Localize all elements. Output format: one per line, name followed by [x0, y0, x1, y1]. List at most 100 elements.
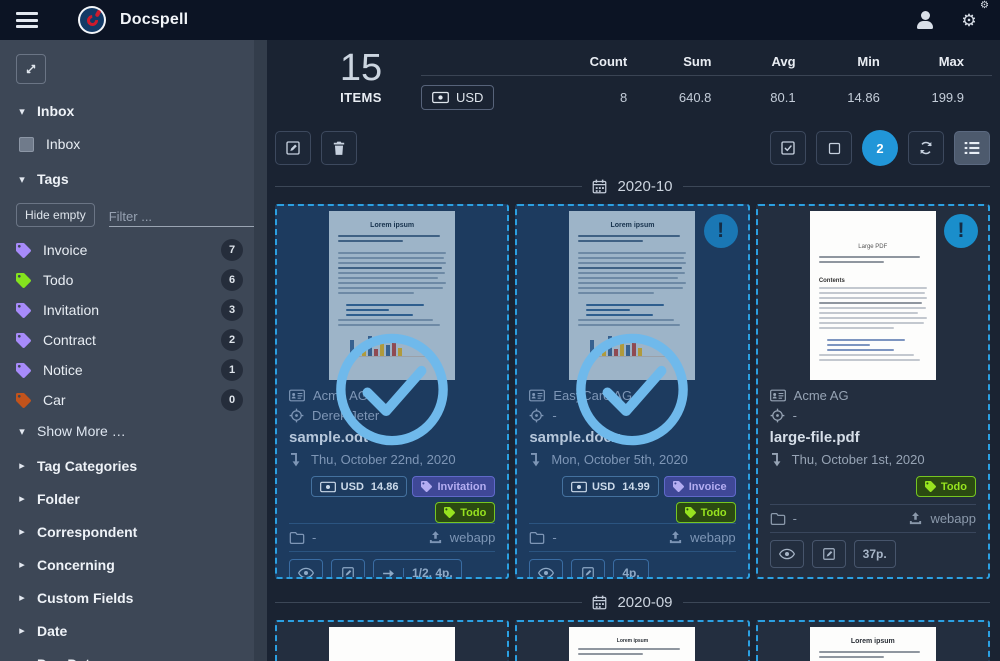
- concerning-row: Derek Jeter: [289, 405, 495, 425]
- sync-icon: [918, 140, 934, 156]
- tag-filter-item[interactable]: Notice 1: [16, 355, 243, 385]
- item-title[interactable]: sample.odt: [289, 429, 495, 446]
- top-navbar: Docspell ⚙⚙: [0, 0, 1000, 40]
- tag-badge[interactable]: Invitation: [412, 476, 495, 497]
- sidebar-section-collapsed[interactable]: ▸ Custom Fields: [16, 581, 243, 614]
- edit-item-button[interactable]: [571, 559, 605, 579]
- caret-right-icon: ▸: [16, 558, 28, 571]
- tag-badge[interactable]: Todo: [435, 502, 495, 523]
- item-badges: USD 14.86: [289, 476, 495, 523]
- tag-badge[interactable]: Invoice: [664, 476, 736, 497]
- sidebar-section-tags[interactable]: ▾ Tags: [16, 171, 243, 187]
- preview-eye-button[interactable]: [529, 559, 563, 579]
- show-more-toggle[interactable]: ▾ Show More …: [16, 423, 243, 439]
- tag-badge[interactable]: Todo: [676, 502, 736, 523]
- item-card[interactable]: Lorem ipsum: [515, 620, 749, 661]
- item-preview: Lorem ipsum: [517, 622, 747, 661]
- tag-filter-item[interactable]: Car 0: [16, 385, 243, 415]
- tag-filter-item[interactable]: Contract 2: [16, 325, 243, 355]
- pages-button[interactable]: 1/2, 4p.: [373, 559, 462, 579]
- item-card[interactable]: ! Large PDF Contents: [756, 204, 990, 579]
- docspell-logo[interactable]: [78, 6, 106, 34]
- preview-eye-button[interactable]: [770, 540, 804, 568]
- folder-icon: [770, 512, 786, 526]
- sidebar-section-collapsed[interactable]: ▸ Folder: [16, 482, 243, 515]
- edit-item-button[interactable]: [812, 540, 846, 568]
- concerning-row: -: [529, 405, 735, 425]
- tag-count-badge: 0: [221, 389, 243, 411]
- tag-badge[interactable]: Todo: [916, 476, 976, 497]
- tag-filter-item[interactable]: Invoice 7: [16, 235, 243, 265]
- inbox-filter-item[interactable]: Inbox: [19, 136, 243, 152]
- tag-icon: [16, 333, 31, 348]
- preview-eye-button[interactable]: [289, 559, 323, 579]
- deselect-all-button[interactable]: [816, 131, 852, 165]
- pages-button[interactable]: 37p.: [854, 540, 896, 568]
- sidebar-section-collapsed[interactable]: ▸ Due Date: [16, 647, 243, 661]
- total-items-label: ITEMS: [315, 90, 407, 105]
- edit-selected-button[interactable]: [275, 131, 311, 165]
- select-all-button[interactable]: [770, 131, 806, 165]
- caret-right-icon: ▸: [16, 459, 28, 472]
- upload-icon: [668, 530, 683, 545]
- level-down-arrow-icon: [289, 452, 303, 467]
- settings-gears-icon[interactable]: ⚙⚙: [954, 5, 984, 35]
- preview-paper: Large PDF Contents: [810, 211, 936, 380]
- tag-filter-item[interactable]: Invitation 3: [16, 295, 243, 325]
- list-view-toggle-button[interactable]: [954, 131, 990, 165]
- calendar-icon: [592, 179, 607, 194]
- group-date-label: 2020-10: [617, 178, 672, 195]
- edit-item-button[interactable]: [331, 559, 365, 579]
- item-card[interactable]: Lorem ipsum: [756, 620, 990, 661]
- menu-hamburger-icon[interactable]: [16, 12, 38, 28]
- search-stats: 15 ITEMS Count Sum Avg Min: [273, 48, 992, 118]
- tag-count-badge: 2: [221, 329, 243, 351]
- list-icon: [964, 141, 980, 155]
- level-down-arrow-icon: [770, 452, 784, 467]
- group-date-label: 2020-09: [617, 594, 672, 611]
- sidebar-section-collapsed[interactable]: ▸ Date: [16, 614, 243, 647]
- eye-icon: [779, 548, 795, 560]
- currency-badge[interactable]: USD: [421, 85, 494, 110]
- amount-badge: USD 14.99: [562, 476, 659, 497]
- item-list-view: 15 ITEMS Count Sum Avg Min: [267, 40, 1000, 661]
- delete-selected-button[interactable]: [321, 131, 357, 165]
- currency-stats-table: Count Sum Avg Min Max: [421, 48, 992, 118]
- preview-title: Large PDF: [819, 244, 927, 250]
- folder-source-row: - webapp: [770, 504, 976, 532]
- tag-icon: [16, 393, 31, 408]
- alert-exclamation-badge: !: [944, 214, 978, 248]
- item-card[interactable]: ! Lorem ipsum: [515, 204, 749, 579]
- tag-icon: [685, 507, 696, 518]
- item-badges: USD 14.99: [529, 476, 735, 523]
- sidebar-section-inbox[interactable]: ▾ Inbox: [16, 103, 243, 119]
- caret-right-icon: ▸: [16, 525, 28, 538]
- hide-empty-button[interactable]: Hide empty: [16, 203, 95, 227]
- sidebar-section-collapsed[interactable]: ▸ Correspondent: [16, 515, 243, 548]
- docspell-app: Docspell ⚙⚙ ▾ Inbox Inbox ▾: [0, 0, 1000, 661]
- refresh-button[interactable]: [908, 131, 944, 165]
- item-title[interactable]: sample.docx: [529, 429, 735, 446]
- sidebar-section-collapsed[interactable]: ▸ Tag Categories: [16, 449, 243, 482]
- inbox-checkbox[interactable]: [19, 137, 34, 152]
- tag-list: Invoice 7 Todo 6: [16, 235, 243, 415]
- tag-icon: [16, 363, 31, 378]
- item-title[interactable]: large-file.pdf: [770, 429, 976, 446]
- sidebar-scrollbar[interactable]: [254, 40, 267, 661]
- app-title: Docspell: [120, 11, 188, 29]
- item-card[interactable]: Keywords in PDF: [275, 620, 509, 661]
- preview-paper: Keywords in PDF: [329, 627, 455, 661]
- pages-button[interactable]: 4p.: [613, 559, 648, 579]
- preview-chart: [350, 333, 434, 357]
- date-separator: 2020-10: [275, 178, 990, 195]
- preview-title: Lorem ipsum: [578, 222, 686, 229]
- item-card[interactable]: Lorem ipsum: [275, 204, 509, 579]
- search-sidebar: ▾ Inbox Inbox ▾ Tags Hide empty: [0, 40, 267, 661]
- tag-filter-item[interactable]: Todo 6: [16, 265, 243, 295]
- item-date-row: Thu, October 22nd, 2020: [289, 449, 495, 469]
- tag-filter-input[interactable]: [109, 209, 267, 224]
- user-account-icon[interactable]: [910, 5, 940, 35]
- sidebar-section-collapsed[interactable]: ▸ Concerning: [16, 548, 243, 581]
- expand-sidebar-button[interactable]: [16, 54, 46, 84]
- tag-icon: [421, 481, 432, 492]
